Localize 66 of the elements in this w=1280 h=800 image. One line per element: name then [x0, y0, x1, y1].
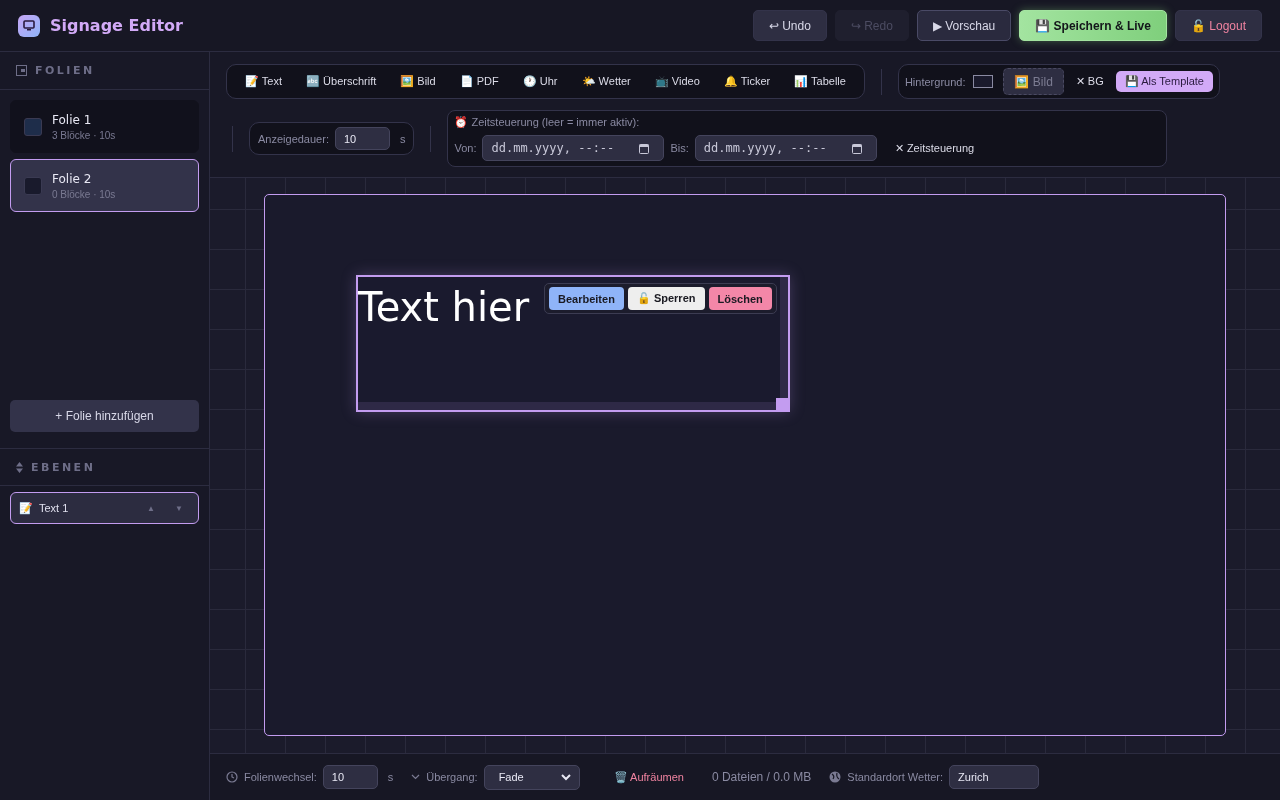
chevron-icon: [560, 773, 571, 781]
block-action-button[interactable]: Bearbeiten: [549, 287, 624, 310]
horizontal-scrollbar[interactable]: [358, 402, 776, 410]
schedule-label: ⏰ Zeitsteuerung (leer = immer aktiv):: [454, 116, 640, 129]
to-label: Bis:: [670, 142, 689, 154]
add-block-button[interactable]: 📄 PDF: [447, 67, 511, 96]
background-image-button[interactable]: 🖼 Bild: [1003, 68, 1064, 95]
slide-title: Folie 2: [52, 171, 93, 186]
to-date-field[interactable]: dd.mm.yyyy, --:--: [694, 135, 877, 161]
add-slide-button[interactable]: + Folie hinzufügen: [10, 400, 199, 432]
layer-icon: 📝: [19, 501, 33, 515]
globe-icon: [829, 771, 842, 783]
logo-icon: [18, 14, 40, 37]
add-block-button[interactable]: 📺 Video: [642, 67, 712, 96]
duration-unit: s: [399, 132, 406, 145]
slide-meta: 3 Blöcke · 10s: [52, 129, 116, 141]
vertical-scrollbar[interactable]: [780, 277, 788, 398]
background-color-swatch[interactable]: [973, 75, 994, 88]
calendar-icon[interactable]: [639, 142, 650, 154]
slide-title: Folie 1: [52, 112, 93, 127]
block-action-button[interactable]: Löschen: [708, 287, 772, 310]
add-block-button[interactable]: 🔤 Überschrift: [294, 67, 389, 96]
storage-usage: 0 Dateien / 0.0 MB: [711, 770, 812, 784]
add-block-button[interactable]: 🌤 Wetter: [569, 67, 643, 96]
weather-location-field[interactable]: Zurich: [949, 765, 1040, 789]
slide-meta: 0 Blöcke · 10s: [52, 188, 116, 200]
section-heading: FOLIEN: [35, 64, 95, 77]
block-text: Text hier: [358, 287, 530, 327]
interval-unit: s: [387, 771, 394, 783]
layers-icon: [16, 461, 23, 473]
clear-background-button[interactable]: ✕ BG: [1063, 75, 1116, 88]
from-date-field[interactable]: dd.mm.yyyy, --:--: [482, 135, 665, 161]
add-block-button[interactable]: 📝 Text: [233, 67, 295, 96]
layer-label: Text 1: [39, 502, 70, 514]
section-heading: EBENEN: [31, 460, 96, 474]
add-block-button[interactable]: 🕐 Uhr: [510, 67, 570, 96]
add-block-button[interactable]: 🖼 Bild: [388, 67, 448, 96]
block-action-button[interactable]: 🔓 Sperren: [627, 287, 705, 310]
header-button[interactable]: 🔓 Logout: [1174, 10, 1262, 41]
header-button[interactable]: 💾 Speichern & Live: [1019, 10, 1167, 41]
resize-handle[interactable]: [776, 398, 790, 412]
clock-icon: [226, 771, 238, 783]
cleanup-button[interactable]: 🗑 Aufräumen: [607, 769, 690, 785]
interval-field[interactable]: 10: [322, 765, 378, 789]
app-title: Signage Editor: [50, 16, 183, 35]
clear-schedule-button[interactable]: ✕ Zeitsteuerung: [888, 140, 981, 156]
save-template-button[interactable]: 💾 Als Template: [1115, 71, 1213, 92]
duration-label: Anzeigedauer:: [258, 132, 329, 145]
transition-value: Fade: [498, 771, 524, 783]
interval-label: Folienwechsel:: [244, 771, 317, 783]
add-block-button[interactable]: 🔔 Ticker: [711, 67, 783, 96]
weather-location-label: Standardort Wetter:: [847, 771, 944, 783]
from-label: Von:: [454, 142, 477, 154]
background-label: Hintergrund:: [904, 75, 966, 88]
slide-item[interactable]: Folie 2 0 Blöcke · 10s: [10, 159, 199, 212]
transition-label: Übergang:: [426, 771, 478, 783]
duration-field[interactable]: 10: [334, 127, 390, 150]
header-button[interactable]: ▶ Vorschau: [916, 10, 1012, 41]
slide-item[interactable]: Folie 1 3 Blöcke · 10s: [10, 100, 199, 153]
calendar-icon[interactable]: [851, 142, 862, 154]
header-button[interactable]: ↩ Undo: [752, 10, 827, 41]
chevron-icon: [411, 774, 421, 780]
text-block[interactable]: Text hier Bearbeiten 🔓 Sperren Löschen: [356, 275, 790, 412]
slides-icon: [16, 65, 27, 76]
add-block-button[interactable]: 📊 Tabelle: [782, 67, 858, 96]
transition-dropdown[interactable]: Fade: [483, 764, 580, 790]
